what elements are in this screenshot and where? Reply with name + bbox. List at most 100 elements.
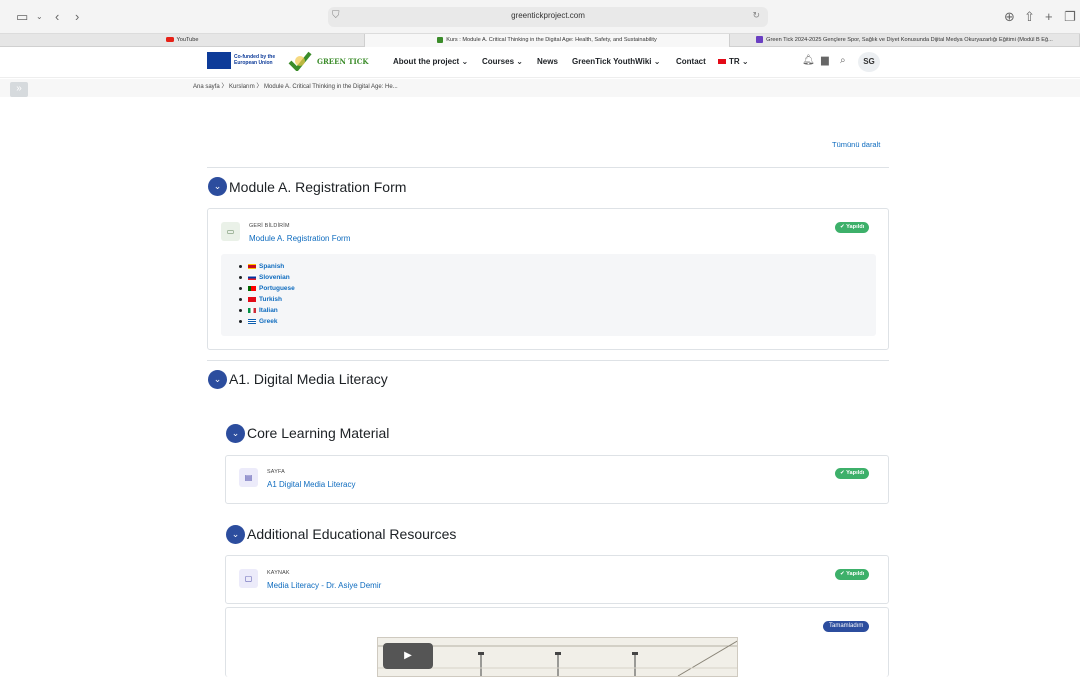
nav-youthwiki[interactable]: GreenTick YouthWiki ⌄ (572, 57, 660, 66)
portugal-flag-icon (248, 285, 256, 291)
youtube-icon (165, 37, 174, 43)
section-title: Module A. Registration Form (229, 179, 407, 195)
breadcrumb-bar (0, 79, 1080, 97)
browser-toolbar: ▭ ⌄ ‹ › ⛉ greentickproject.com ↻ ⊕ ⇧ + ❐ (0, 0, 1080, 34)
bell-icon[interactable]: 🔔︎ (802, 55, 815, 66)
eu-flag-logo (207, 52, 231, 69)
divider (207, 167, 889, 168)
nav-about-project[interactable]: About the project ⌄ (393, 57, 468, 66)
activity-type: GERİ BİLDİRİM (249, 223, 290, 229)
language-label: Italian (259, 307, 278, 314)
tab-label: Green Tick 2024-2025 Gençlere Spor, Sağl… (766, 37, 1053, 43)
language-label: Greek (259, 318, 278, 325)
language-link-portuguese[interactable]: Portuguese (239, 285, 295, 292)
bullet (239, 286, 242, 290)
nav-courses[interactable]: Courses ⌄ (482, 57, 523, 66)
language-link-italian[interactable]: Italian (239, 307, 278, 314)
language-list: Spanish Slovenian Portuguese Turkish Ita… (221, 254, 876, 336)
moodle-favicon-icon (756, 36, 764, 44)
section-toggle-button[interactable]: ⌄ (226, 525, 245, 544)
greece-flag-icon (248, 318, 256, 324)
section-title: Core Learning Material (247, 425, 390, 441)
breadcrumb: Ana sayfa 〉 Kurslarım 〉 Module A. Critic… (193, 81, 398, 90)
chevron-down-icon: ⌄ (653, 57, 661, 66)
language-label: Spanish (259, 263, 285, 270)
tab-overview-icon[interactable]: ❐ (1064, 9, 1076, 25)
search-icon[interactable]: ⌕ (840, 55, 846, 66)
tab-youtube[interactable]: YouTube (0, 34, 365, 47)
activity-type: KAYNAK (267, 570, 290, 576)
breadcrumb-current[interactable]: Module A. Critical Thinking in the Digit… (264, 84, 398, 90)
activity-link[interactable]: A1 Digital Media Literacy (267, 480, 355, 489)
section-toggle-button[interactable]: ⌄ (226, 424, 245, 443)
bullet (239, 297, 242, 301)
section-toggle-button[interactable]: ⌄ (208, 370, 227, 389)
language-link-turkish[interactable]: Turkish (239, 296, 282, 303)
tab-label: Kurs : Module A. Critical Thinking in th… (446, 37, 657, 43)
chevron-down-icon: ⌄ (741, 57, 749, 66)
turkey-flag-icon (248, 296, 256, 302)
eu-cofunded-label: Co-funded by the European Union (234, 54, 276, 66)
mark-done-button[interactable]: Tamamladım (823, 621, 870, 632)
greentick-favicon-icon (437, 36, 444, 43)
chevron-down-icon: ⌄ (231, 428, 240, 438)
language-label: Portuguese (259, 285, 295, 292)
section-toggle-button[interactable]: ⌄ (208, 177, 227, 196)
chevron-down-icon: ⌄ (516, 57, 523, 66)
nav-language[interactable]: TR ⌄ (718, 57, 749, 66)
completion-badge: ✔ Yapıldı (835, 222, 870, 233)
completion-badge: ✔ Yapıldı (835, 569, 870, 580)
page-icon: ▤ (239, 468, 258, 487)
activity-link[interactable]: Module A. Registration Form (249, 234, 350, 243)
italy-flag-icon (248, 307, 256, 313)
breadcrumb-home[interactable]: Ana sayfa (193, 84, 220, 90)
slovenia-flag-icon (248, 274, 256, 280)
feedback-icon: ▭ (221, 222, 240, 241)
section-title: A1. Digital Media Literacy (229, 371, 388, 387)
download-icon[interactable]: ⊕ (1004, 9, 1015, 25)
address-bar[interactable]: ⛉ greentickproject.com ↻ (328, 7, 768, 27)
chevron-down-icon[interactable]: ⌄ (36, 9, 43, 25)
breadcrumb-courses[interactable]: Kurslarım (229, 84, 255, 90)
tab-course[interactable]: Kurs : Module A. Critical Thinking in th… (365, 34, 730, 47)
language-link-spanish[interactable]: Spanish (239, 263, 284, 270)
turkey-flag-icon (718, 59, 726, 65)
nav-label: About the project (393, 57, 460, 66)
collapse-all-link[interactable]: Tümünü daralt (832, 140, 880, 149)
back-icon[interactable]: ‹ (55, 9, 59, 25)
activity-card (225, 555, 889, 604)
tab-green-tick-training[interactable]: Green Tick 2024-2025 Gençlere Spor, Sağl… (730, 34, 1080, 47)
spain-flag-icon (248, 263, 256, 269)
activity-link[interactable]: Media Literacy - Dr. Asiye Demir (267, 581, 381, 590)
tab-label: YouTube (176, 37, 199, 43)
nav-contact[interactable]: Contact (676, 57, 706, 66)
language-link-slovenian[interactable]: Slovenian (239, 274, 290, 281)
new-tab-icon[interactable]: + (1045, 9, 1053, 25)
greentick-logo-icon[interactable] (288, 51, 312, 71)
language-link-greek[interactable]: Greek (239, 318, 277, 325)
file-icon: ▢ (239, 569, 258, 588)
user-avatar[interactable]: SG (858, 52, 880, 72)
bullet (239, 275, 242, 279)
nav-label: GreenTick YouthWiki (572, 57, 652, 66)
reload-icon[interactable]: ↻ (752, 10, 760, 21)
sidebar-icon[interactable]: ▭ (16, 9, 28, 25)
share-icon[interactable]: ⇧ (1024, 9, 1035, 25)
chevron-down-icon: ⌄ (231, 529, 240, 539)
url-text: greentickproject.com (511, 11, 585, 20)
message-icon[interactable]: ▆ (821, 55, 829, 66)
chevron-right-icon: 〉 (256, 84, 265, 90)
play-icon: ▶ (404, 650, 412, 661)
bullet (239, 308, 242, 312)
nav-news[interactable]: News (537, 57, 558, 66)
double-chevron-right-icon: » (16, 83, 22, 94)
forward-icon[interactable]: › (75, 9, 79, 25)
play-button[interactable]: ▶ (383, 643, 433, 669)
chevron-right-icon: 〉 (221, 84, 230, 90)
open-drawer-button[interactable]: » (10, 82, 28, 97)
language-label: Slovenian (259, 274, 290, 281)
site-logo-text[interactable]: GREEN TICK (317, 57, 368, 66)
chevron-down-icon: ⌄ (213, 181, 222, 191)
chevron-down-icon: ⌄ (213, 374, 222, 384)
completion-badge: ✔ Yapıldı (835, 468, 870, 479)
